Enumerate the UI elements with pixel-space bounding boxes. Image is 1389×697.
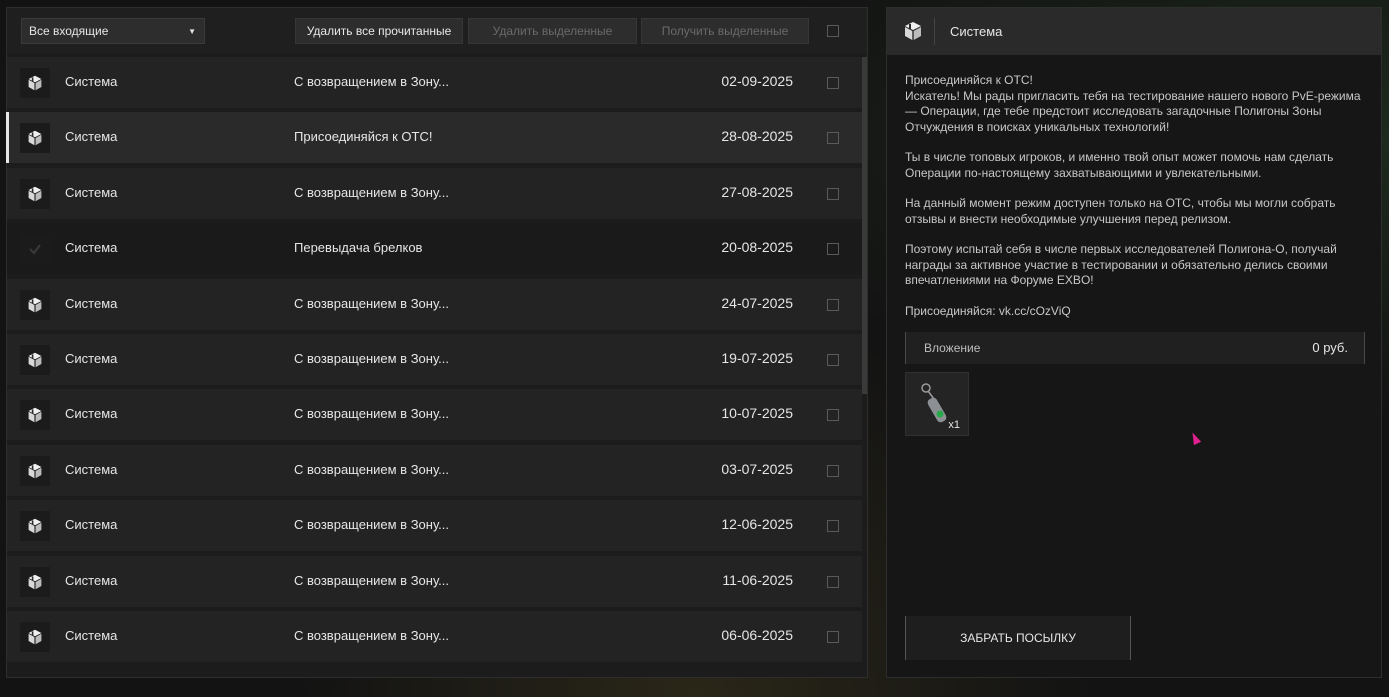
list-scrollbar[interactable] — [862, 57, 867, 394]
message-row[interactable]: Система С возвращением в Зону... 03-07-202… — [7, 444, 862, 496]
message-sender: Система — [65, 74, 118, 89]
message-date: 28-08-2025 — [721, 128, 793, 145]
message-sender: Система — [65, 295, 118, 311]
message-sender: Система — [65, 129, 118, 145]
receive-selected-button[interactable]: Получить выделенные — [641, 18, 809, 44]
message-checkbox[interactable] — [827, 409, 839, 422]
message-row[interactable]: Система С возвращением в Зону... 27-08-202… — [7, 167, 862, 219]
message-subject: Присоединяйся к ОТС! — [294, 129, 433, 145]
message-checkbox[interactable] — [827, 520, 839, 533]
attachment-qty: x1 — [948, 419, 960, 431]
message-date: 27-08-2025 — [721, 183, 793, 200]
message-row[interactable]: Система Присоединяйся к ОТС! 28-08-2025 — [6, 112, 862, 164]
message-detail-panel: Система Присоединяйся к ОТС! Искатель! М… — [886, 7, 1382, 678]
package-icon — [20, 178, 50, 209]
message-subject: С возвращением в Зону... — [294, 350, 449, 366]
message-sender: Система — [65, 350, 118, 366]
package-icon — [20, 344, 50, 375]
message-row[interactable]: Система С возвращением в Зону... 24-07-202… — [7, 278, 862, 330]
package-icon — [20, 123, 50, 154]
message-paragraph[interactable]: Присоединяйся: vk.cc/cOzViQ — [905, 304, 1365, 320]
message-row[interactable]: Система С возвращением в Зону... 12-06-202… — [7, 500, 862, 552]
message-sender: Система — [65, 627, 118, 643]
message-date: 06-06-2025 — [721, 626, 793, 643]
package-icon — [20, 511, 50, 542]
message-checkbox[interactable] — [827, 575, 839, 588]
delete-read-button[interactable]: Удалить все прочитанные — [295, 18, 463, 44]
message-sender: Система — [65, 572, 118, 588]
attachment-item[interactable]: x1 — [905, 372, 969, 436]
dropdown-arrow-icon: ▼ — [188, 27, 196, 36]
attachment-bar: Вложение 0 руб. — [905, 332, 1365, 364]
message-paragraph: Поэтому испытай себя в числе первых иссл… — [905, 242, 1337, 287]
message-row[interactable]: Система Перевыдача брелков 20-08-2025 — [7, 223, 862, 275]
package-icon — [20, 68, 50, 98]
message-checkbox[interactable] — [827, 298, 839, 311]
message-date: 12-06-2025 — [721, 516, 793, 533]
message-checkbox[interactable] — [827, 243, 839, 256]
package-icon — [20, 400, 50, 431]
message-date: 24-07-2025 — [721, 294, 793, 311]
message-row[interactable]: Система С возвращением в Зону... 11-06-202… — [7, 555, 862, 607]
message-subject: С возвращением в Зону... — [294, 517, 449, 533]
message-date: 10-07-2025 — [721, 405, 793, 422]
message-row[interactable]: Система С возвращением в Зону... 02-09-202… — [7, 57, 862, 108]
select-all-checkbox[interactable] — [827, 25, 839, 37]
package-icon — [20, 566, 50, 597]
message-subject: С возвращением в Зону... — [294, 627, 449, 643]
filter-select[interactable]: Все входящие ▼ — [21, 18, 205, 44]
message-checkbox[interactable] — [827, 187, 839, 200]
message-row[interactable]: Система С возвращением в Зону... 19-07-202… — [7, 333, 862, 385]
keychain-icon — [921, 383, 947, 423]
filter-select-value: Все входящие — [29, 24, 109, 38]
message-row[interactable]: Система С возвращением в Зону... 10-07-202… — [7, 389, 862, 441]
message-date: 11-06-2025 — [722, 571, 793, 588]
message-subject: С возвращением в Зону... — [294, 461, 449, 477]
message-paragraph: Ты в числе топовых игроков, и именно тво… — [905, 150, 1334, 180]
package-icon — [20, 289, 50, 320]
message-date: 03-07-2025 — [721, 460, 793, 477]
detail-sender: Система — [950, 24, 1003, 39]
message-checkbox[interactable] — [827, 132, 839, 145]
message-checkbox[interactable] — [827, 464, 839, 477]
message-date: 19-07-2025 — [721, 349, 793, 366]
header-divider — [934, 18, 935, 45]
claim-package-button[interactable]: ЗАБРАТЬ ПОСЫЛКУ — [905, 616, 1131, 660]
message-subject: С возвращением в Зону... — [294, 572, 449, 588]
check-icon — [20, 234, 50, 265]
detail-header: Система — [887, 8, 1381, 55]
message-subject: С возвращением в Зону... — [294, 295, 449, 311]
message-subject: С возвращением в Зону... — [294, 184, 449, 200]
message-body: Присоединяйся к ОТС! Искатель! Мы рады п… — [905, 73, 1365, 334]
message-date: 02-09-2025 — [721, 73, 793, 89]
message-date: 20-08-2025 — [721, 239, 793, 256]
message-row[interactable]: Система С возвращением в Зону... 06-06-202… — [7, 610, 862, 662]
message-checkbox[interactable] — [827, 77, 839, 89]
message-sender: Система — [65, 184, 118, 200]
attachment-value: 0 руб. — [1312, 340, 1348, 355]
delete-selected-button[interactable]: Удалить выделенные — [468, 18, 637, 44]
mailbox-list-panel: Все входящие ▼ Удалить все прочитанные У… — [6, 7, 868, 678]
message-subject: Перевыдача брелков — [294, 240, 423, 256]
message-paragraph: Присоединяйся к ОТС! Искатель! Мы рады п… — [905, 73, 1361, 134]
message-sender: Система — [65, 406, 118, 422]
message-checkbox[interactable] — [827, 353, 839, 366]
message-subject: С возвращением в Зону... — [294, 406, 449, 422]
message-paragraph: На данный момент режим доступен только н… — [905, 196, 1336, 226]
message-sender: Система — [65, 461, 118, 477]
attachment-label: Вложение — [924, 341, 981, 355]
package-icon — [901, 19, 925, 43]
message-subject: С возвращением в Зону... — [294, 74, 449, 89]
message-list: Система С возвращением в Зону... 02-09-202… — [6, 57, 862, 666]
mailbox-toolbar: Все входящие ▼ Удалить все прочитанные У… — [7, 8, 867, 54]
message-sender: Система — [65, 517, 118, 533]
package-icon — [20, 621, 50, 652]
package-icon — [20, 455, 50, 486]
message-sender: Система — [65, 240, 118, 256]
message-checkbox[interactable] — [827, 630, 839, 643]
